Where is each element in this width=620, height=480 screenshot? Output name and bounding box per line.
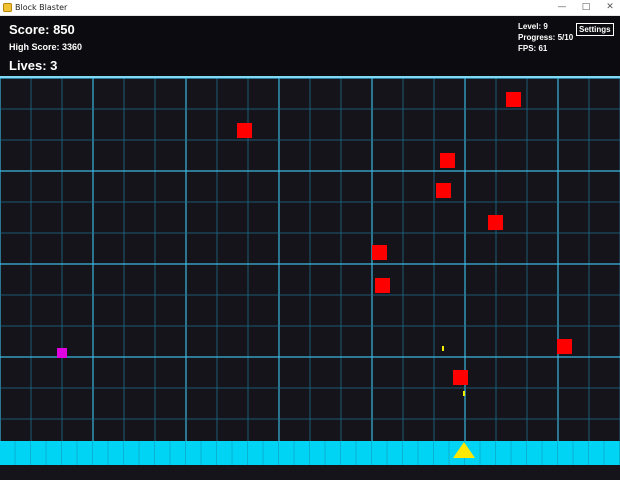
close-button[interactable]: ✕ (598, 0, 620, 15)
high-score-label: High Score: 3360 (9, 42, 83, 52)
enemy-block (506, 92, 521, 107)
game-window: Block Blaster — □ ✕ Score: 850 High Scor… (0, 0, 620, 480)
title-bar[interactable]: Block Blaster — □ ✕ (0, 0, 620, 16)
bullet (442, 346, 444, 351)
enemy-block (372, 245, 387, 260)
window-title: Block Blaster (15, 3, 68, 12)
progress-label: Progress: 5/10 (518, 33, 574, 42)
app-icon (3, 3, 12, 12)
bullet (463, 391, 465, 396)
floor (0, 441, 620, 465)
enemy-block (436, 183, 451, 198)
minimize-button[interactable]: — (550, 0, 574, 15)
hud-divider (0, 76, 620, 78)
enemy-block (237, 123, 252, 138)
enemy-block (440, 153, 455, 168)
enemy-block (453, 370, 468, 385)
background-grid (0, 77, 620, 441)
fps-label: FPS: 61 (518, 44, 548, 53)
maximize-button[interactable]: □ (574, 0, 598, 15)
level-label: Level: 9 (518, 22, 548, 31)
settings-button[interactable]: Settings (576, 23, 614, 36)
lives-label: Lives: 3 (9, 58, 58, 73)
score-label: Score: 850 (9, 22, 75, 37)
enemy-block (375, 278, 390, 293)
powerup-block (57, 348, 67, 358)
enemy-blocks (237, 92, 572, 385)
enemy-block (488, 215, 503, 230)
playfield (0, 33, 620, 465)
game-canvas[interactable]: Score: 850 High Score: 3360 Lives: 3 Lev… (0, 16, 620, 480)
hud-panel: Score: 850 High Score: 3360 Lives: 3 Lev… (0, 16, 620, 76)
enemy-block (557, 339, 572, 354)
